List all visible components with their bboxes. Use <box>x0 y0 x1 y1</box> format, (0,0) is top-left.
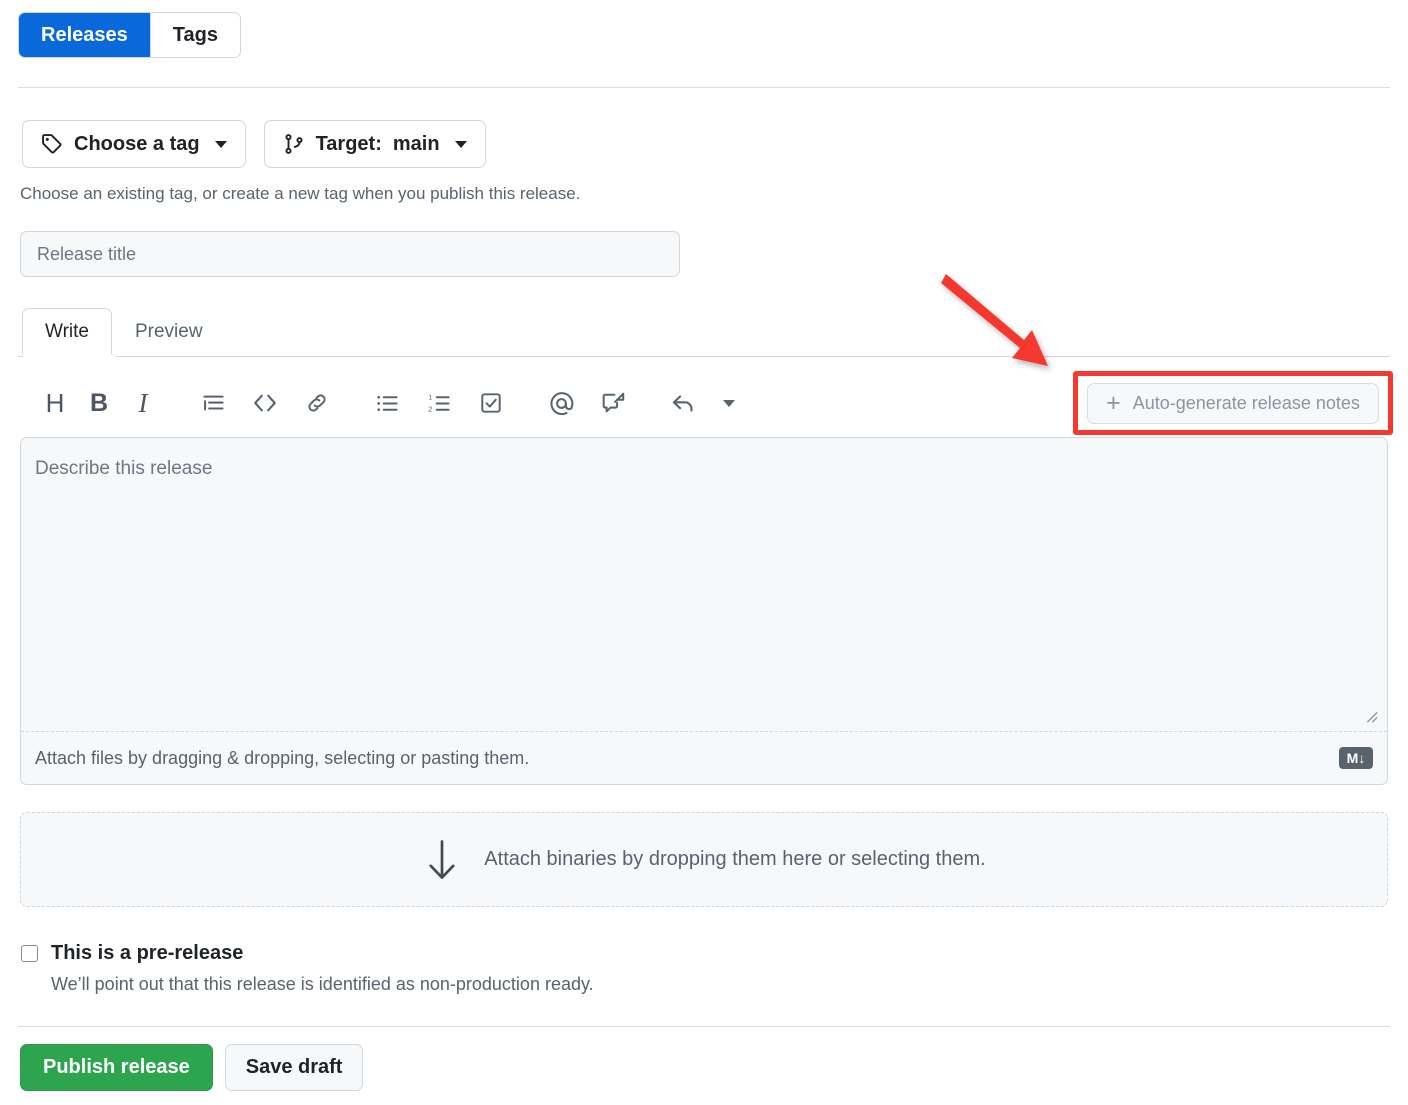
tab-tags[interactable]: Tags <box>149 13 240 57</box>
releases-tags-tabs: Releases Tags <box>18 12 241 58</box>
tag-helper-text: Choose an existing tag, or create a new … <box>20 184 581 203</box>
code-icon[interactable] <box>248 386 282 420</box>
resize-grip-icon[interactable] <box>1361 706 1379 724</box>
choose-tag-label: Choose a tag <box>74 132 200 155</box>
markdown-icon[interactable]: M↓ <box>1339 747 1373 769</box>
prerelease-checkbox[interactable] <box>21 945 38 962</box>
description-editor: Attach files by dragging & dropping, sel… <box>20 437 1388 785</box>
tab-releases[interactable]: Releases <box>19 13 150 57</box>
active-tab-underline-mask <box>23 356 116 358</box>
prerelease-description: We’ll point out that this release is ide… <box>51 974 594 994</box>
target-branch-button[interactable]: Target: main <box>263 120 486 168</box>
markdown-toolbar: H B I 1 2 <box>38 386 744 420</box>
choose-tag-button[interactable]: Choose a tag <box>22 120 246 168</box>
target-value-label: main <box>392 132 440 155</box>
release-form-page: Releases Tags Choose a tag Target: main … <box>0 0 1408 1105</box>
auto-generate-label: Auto-generate release notes <box>1132 393 1360 413</box>
auto-generate-release-notes-button[interactable]: + Auto-generate release notes <box>1087 383 1379 424</box>
editor-tabs: Write Preview <box>22 308 226 354</box>
quote-icon[interactable] <box>196 386 230 420</box>
chevron-down-icon <box>454 140 467 148</box>
tab-preview[interactable]: Preview <box>112 308 226 354</box>
form-actions: Publish release Save draft <box>20 1044 364 1091</box>
reply-icon[interactable] <box>666 386 700 420</box>
prerelease-label[interactable]: This is a pre-release <box>51 942 243 965</box>
top-divider <box>18 87 1390 88</box>
svg-text:1: 1 <box>428 393 432 401</box>
reference-icon[interactable] <box>596 386 630 420</box>
chevron-down-icon <box>214 140 227 148</box>
save-draft-button[interactable]: Save draft <box>224 1044 364 1091</box>
tag-target-row: Choose a tag Target: main <box>22 120 486 168</box>
reply-dropdown-caret-icon[interactable] <box>710 386 744 420</box>
attach-binaries-dropzone[interactable]: Attach binaries by dropping them here or… <box>20 812 1388 907</box>
italic-icon[interactable]: I <box>126 386 160 420</box>
red-arrow-annotation <box>928 262 1078 374</box>
release-title-input[interactable] <box>20 231 680 277</box>
task-list-icon[interactable] <box>474 386 508 420</box>
description-footer: Attach files by dragging & dropping, sel… <box>21 731 1387 784</box>
link-icon[interactable] <box>300 386 334 420</box>
attach-binaries-label: Attach binaries by dropping them here or… <box>484 848 986 870</box>
heading-icon[interactable]: H <box>38 386 72 420</box>
bottom-divider <box>18 1026 1390 1027</box>
tag-icon <box>41 133 63 155</box>
attach-files-hint: Attach files by dragging & dropping, sel… <box>35 747 530 768</box>
ordered-list-icon[interactable]: 1 2 <box>422 386 456 420</box>
unordered-list-icon[interactable] <box>370 386 404 420</box>
git-branch-icon <box>283 133 305 155</box>
mention-icon[interactable] <box>544 386 578 420</box>
editor-tabs-underline <box>18 356 1390 357</box>
tab-write[interactable]: Write <box>22 308 112 354</box>
target-prefix-label: Target: <box>315 132 382 155</box>
publish-release-button[interactable]: Publish release <box>20 1044 213 1091</box>
plus-icon: + <box>1106 389 1121 417</box>
prerelease-section: This is a pre-release We’ll point out th… <box>21 942 594 995</box>
release-description-textarea[interactable] <box>21 438 1387 731</box>
prerelease-row: This is a pre-release <box>21 942 594 965</box>
svg-text:2: 2 <box>428 405 432 413</box>
download-arrow-icon <box>422 838 462 882</box>
bold-icon[interactable]: B <box>82 386 116 420</box>
